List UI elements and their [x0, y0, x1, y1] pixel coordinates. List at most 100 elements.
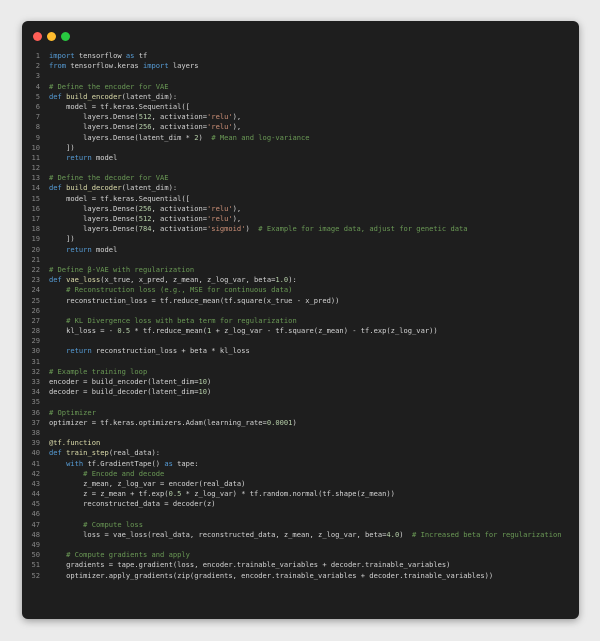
code-token: ): [399, 529, 413, 539]
code-token: 512: [138, 112, 152, 122]
code-line: 50 # Compute gradients and apply: [22, 550, 579, 560]
code-token: (real_data):: [108, 448, 161, 458]
code-text: gradients = tape.gradient(loss, encoder.…: [40, 560, 579, 570]
code-token: tensorflow.keras: [70, 61, 143, 71]
code-token: import: [49, 51, 79, 60]
code-token: (x_true, x_pred, z_mean, z_log_var, beta…: [100, 275, 276, 285]
code-token: # Example training loop: [49, 366, 148, 376]
line-number: 2: [35, 61, 40, 71]
code-token: 256: [138, 122, 152, 132]
code-line: 32 # Example training loop: [22, 367, 579, 377]
code-token: ),: [232, 122, 242, 132]
code-token: def: [49, 183, 67, 193]
line-number: 52: [31, 570, 40, 580]
code-line: 48 loss = vae_loss(real_data, reconstruc…: [22, 530, 579, 540]
code-text: # Define the decoder for VAE: [40, 173, 579, 183]
code-text: return model: [40, 245, 579, 255]
code-text: # Reconstruction loss (e.g., MSE for con…: [40, 285, 579, 295]
code-text: from tensorflow.keras import layers: [40, 61, 579, 71]
code-line: 46: [22, 509, 579, 519]
line-number: 35: [31, 397, 40, 407]
code-text: # Optimizer: [40, 408, 579, 418]
code-token: tf: [138, 51, 148, 60]
line-number: 5: [35, 91, 40, 101]
minimize-window-icon[interactable]: [47, 32, 56, 41]
code-text: # Compute loss: [40, 520, 579, 530]
code-token: (latent_dim):: [121, 183, 178, 193]
code-token: # Optimizer: [49, 407, 96, 417]
code-line: 29: [22, 336, 579, 346]
code-token: reconstruction_loss + beta * kl_loss: [96, 346, 250, 356]
code-line: 6 model = tf.keras.Sequential([: [22, 102, 579, 112]
code-text: return model: [40, 153, 579, 163]
code-token: , activation=: [151, 112, 208, 122]
code-token: model = tf.keras.Sequential([: [49, 101, 190, 111]
code-token: def: [49, 91, 67, 101]
code-line: 12: [22, 163, 579, 173]
code-token: , activation=: [151, 224, 208, 234]
line-number: 30: [31, 346, 40, 356]
code-token: optimizer.apply_gradients(zip(gradients,…: [49, 570, 494, 580]
maximize-window-icon[interactable]: [61, 32, 70, 41]
line-number: 24: [31, 285, 40, 295]
line-number: 16: [31, 203, 40, 213]
code-token: 4.0: [386, 529, 400, 539]
line-number: 47: [31, 519, 40, 529]
code-text: loss = vae_loss(real_data, reconstructed…: [40, 530, 579, 540]
code-token: reconstructed_data = decoder(z): [49, 499, 216, 509]
line-number: 17: [31, 214, 40, 223]
code-line: 34 decoder = build_decoder(latent_dim=10): [22, 387, 579, 397]
line-number: 33: [31, 377, 40, 386]
code-line: 2 from tensorflow.keras import layers: [22, 61, 579, 71]
code-token: decoder = build_decoder(latent_dim=: [49, 387, 199, 397]
code-token: + z_log_var - tf.square(z_mean) - tf.exp…: [211, 326, 438, 336]
code-text: def vae_loss(x_true, x_pred, z_mean, z_l…: [40, 275, 579, 285]
code-token: 1.0: [275, 275, 289, 285]
code-editor: 1 import tensorflow as tf 2 from tensorflow…: [22, 51, 579, 581]
code-line: 1 import tensorflow as tf: [22, 51, 579, 61]
code-token: 784: [138, 224, 152, 234]
code-line: 21: [22, 255, 579, 265]
code-token: optimizer = tf.keras.optimizers.Adam(lea…: [49, 417, 267, 427]
line-number: 44: [31, 489, 40, 499]
line-number: 14: [31, 183, 40, 193]
line-number: 37: [31, 417, 40, 427]
code-line: 36 # Optimizer: [22, 408, 579, 418]
code-line: 35: [22, 397, 579, 407]
code-token: model = tf.keras.Sequential([: [49, 193, 190, 203]
code-line: 8 layers.Dense(256, activation='relu'),: [22, 122, 579, 132]
code-token: # Reconstruction loss (e.g., MSE for con…: [66, 285, 293, 295]
line-number: 3: [35, 71, 40, 81]
code-token: ): [207, 387, 212, 397]
code-token: build_encoder: [66, 91, 122, 101]
code-text: # Compute gradients and apply: [40, 550, 579, 560]
code-token: layers.Dense(latent_dim *: [49, 132, 195, 142]
code-token: train_step: [66, 448, 109, 458]
code-text: layers.Dense(256, activation='relu'),: [40, 204, 579, 214]
close-window-icon[interactable]: [33, 32, 42, 41]
code-line: 18 layers.Dense(784, activation='sigmoid…: [22, 224, 579, 234]
code-token: return: [66, 152, 96, 162]
code-line: 49: [22, 540, 579, 550]
line-number: 25: [31, 295, 40, 305]
code-line: 42 # Encode and decode: [22, 469, 579, 479]
line-number: 22: [31, 264, 40, 274]
line-number: 31: [31, 356, 40, 366]
code-line: 43 z_mean, z_log_var = encoder(real_data…: [22, 479, 579, 489]
code-line: 25 reconstruction_loss = tf.reduce_mean(…: [22, 296, 579, 306]
code-text: kl_loss = - 0.5 * tf.reduce_mean(1 + z_l…: [40, 326, 579, 336]
code-token: layers.Dense(: [49, 214, 139, 223]
code-token: # Mean and log-variance: [211, 132, 310, 142]
code-token: tensorflow: [78, 51, 126, 60]
code-token: 256: [138, 203, 152, 213]
code-text: reconstruction_loss = tf.reduce_mean(tf.…: [40, 296, 579, 306]
code-token: import: [142, 61, 173, 71]
code-token: 'sigmoid': [207, 224, 246, 234]
